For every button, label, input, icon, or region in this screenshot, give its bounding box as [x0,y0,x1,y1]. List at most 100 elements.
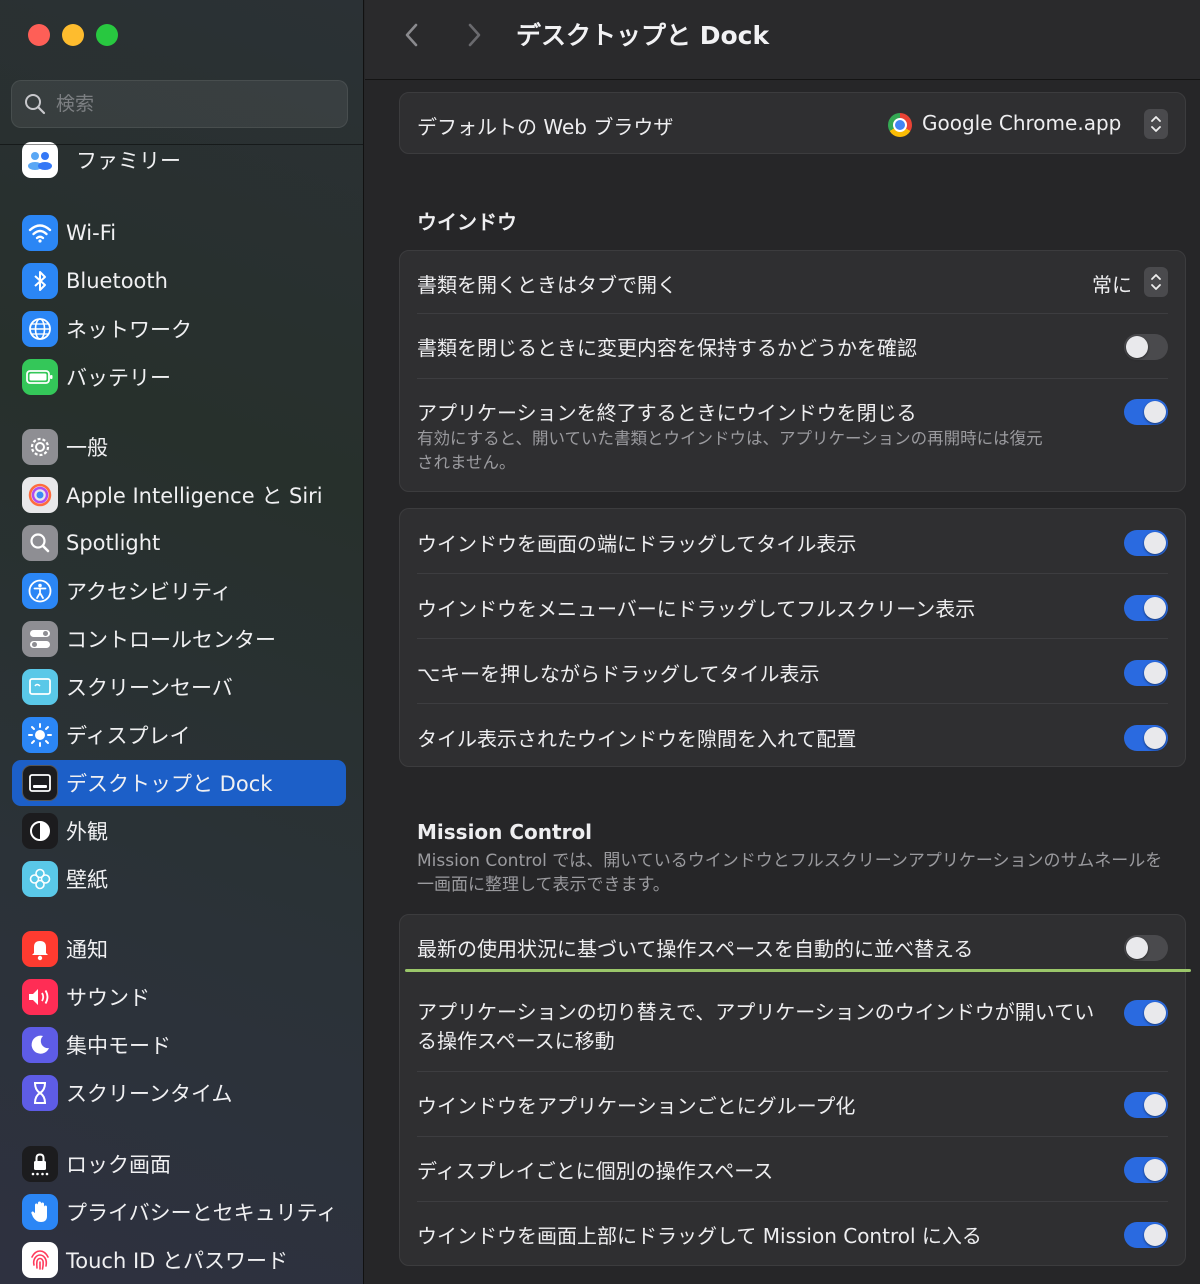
tile-margins-toggle[interactable] [1124,725,1168,751]
sidebar-item-label: Spotlight [66,531,161,555]
window-controls [28,24,118,46]
sidebar-item-wifi[interactable]: Wi-Fi [12,210,346,256]
sidebar-item-lock-screen[interactable]: ロック画面 [12,1141,346,1187]
sidebar: ファミリー Wi-Fi Bluetooth ネットワーク バッテリー 一般 [0,0,364,1284]
group-by-app-toggle[interactable] [1124,1092,1168,1118]
mission-control-group: 最新の使用状況に基づいて操作スペースを自動的に並べ替える アプリケーションの切り… [399,914,1186,1266]
gear-icon [22,429,58,465]
updown-chevron-icon [1151,274,1161,290]
globe-icon [22,311,58,347]
group-by-app-row: ウインドウをアプリケーションごとにグループ化 [400,1072,1185,1136]
updown-chevron-icon [1151,116,1161,132]
sidebar-item-label: 外観 [66,820,108,844]
separate-spaces-label: ディスプレイごとに個別の操作スペース [417,1159,774,1183]
switch-to-space-toggle[interactable] [1124,1000,1168,1026]
sidebar-item-label: サウンド [66,986,150,1010]
forward-button[interactable] [459,20,489,50]
sidebar-item-label: ディスプレイ [66,724,191,748]
drag-to-top-toggle[interactable] [1124,1222,1168,1248]
mission-control-title: Mission Control [417,820,593,844]
switch-to-space-label: アプリケーションの切り替えで、アプリケーションのウインドウが開いている操作スペー… [417,1000,1095,1053]
back-button[interactable] [397,20,427,50]
sidebar-item-displays[interactable]: ディスプレイ [12,712,346,758]
sidebar-item-siri[interactable]: Apple Intelligence と Siri [12,472,346,518]
sidebar-item-touch-id[interactable]: Touch ID とパスワード [12,1237,346,1283]
open-in-tabs-value: 常に [1092,273,1132,297]
open-in-tabs-row: 書類を開くときはタブで開く 常に [400,251,1185,313]
search-input[interactable] [56,93,326,115]
dock-icon [22,765,58,801]
switch-to-space-row: アプリケーションの切り替えで、アプリケーションのウインドウが開いている操作スペー… [400,980,1185,1070]
open-in-tabs-popup[interactable]: 常に [1092,266,1168,298]
menubar-fullscreen-label: ウインドウをメニューバーにドラッグしてフルスクリーン表示 [417,597,976,621]
sidebar-item-notifications[interactable]: 通知 [12,926,346,972]
sidebar-item-label: ファミリー [76,149,181,173]
tiling-group: ウインドウを画面の端にドラッグしてタイル表示 ウインドウをメニューバーにドラッグ… [399,508,1186,767]
family-icon [22,142,58,178]
sidebar-item-screen-time[interactable]: スクリーンタイム [12,1070,346,1116]
main-pane: デスクトップと Dock デフォルトの Web ブラウザ Google Chro… [365,0,1200,1284]
popup-stepper [1144,109,1168,139]
ask-keep-changes-label: 書類を閉じるときに変更内容を保持するかどうかを確認 [417,336,917,360]
battery-icon [22,359,58,395]
sidebar-item-desktop-dock[interactable]: デスクトップと Dock [12,760,346,806]
sidebar-item-accessibility[interactable]: アクセシビリティ [12,568,346,614]
sidebar-item-label: バッテリー [66,366,171,390]
default-browser-label: デフォルトの Web ブラウザ [417,115,674,139]
sidebar-item-label: 一般 [66,436,108,460]
chrome-icon [888,113,912,137]
close-windows-on-quit-toggle[interactable] [1124,399,1168,425]
chevron-right-icon [468,23,481,47]
sidebar-item-control-center[interactable]: コントロールセンター [12,616,346,662]
search-field[interactable] [11,80,348,128]
sidebar-item-sound[interactable]: サウンド [12,974,346,1020]
tile-edge-row: ウインドウを画面の端にドラッグしてタイル表示 [400,509,1185,573]
magnifier-icon [22,525,58,561]
hand-icon [22,1194,58,1230]
drag-to-top-row: ウインドウを画面上部にドラッグして Mission Control に入る [400,1202,1185,1266]
bluetooth-icon [22,263,58,299]
sidebar-item-label: アクセシビリティ [66,580,232,604]
close-windows-on-quit-description: 有効にすると、開いていた書類とウインドウは、アプリケーションの再開時には復元され… [417,429,1043,472]
sidebar-item-bluetooth[interactable]: Bluetooth [12,258,346,304]
sidebar-item-spotlight[interactable]: Spotlight [12,520,346,566]
menubar-fullscreen-toggle[interactable] [1124,595,1168,621]
sidebar-item-screensaver[interactable]: スクリーンセーバ [12,664,346,710]
default-browser-popup[interactable]: Google Chrome.app [888,107,1168,141]
minimize-window-button[interactable] [62,24,84,46]
separate-spaces-toggle[interactable] [1124,1157,1168,1183]
tile-edge-toggle[interactable] [1124,530,1168,556]
lock-icon [22,1146,58,1182]
zoom-window-button[interactable] [96,24,118,46]
auto-rearrange-spaces-toggle[interactable] [1124,935,1168,961]
ask-keep-changes-toggle[interactable] [1124,334,1168,360]
sidebar-item-network[interactable]: ネットワーク [12,306,346,352]
moon-icon [22,1027,58,1063]
drag-to-top-label: ウインドウを画面上部にドラッグして Mission Control に入る [417,1224,982,1248]
sidebar-item-label: プライバシーとセキュリティ [66,1201,338,1225]
close-windows-on-quit-row: アプリケーションを終了するときにウインドウを閉じる 有効にすると、開いていた書類… [400,379,1185,491]
close-windows-on-quit-label: アプリケーションを終了するときにウインドウを閉じる [417,401,917,425]
sidebar-item-wallpaper[interactable]: 壁紙 [12,856,346,902]
screensaver-icon [22,669,58,705]
sidebar-item-general[interactable]: 一般 [12,424,346,470]
windows-section-title: ウインドウ [417,210,517,234]
sidebar-item-label: コントロールセンター [66,628,276,652]
sidebar-item-label: ネットワーク [66,318,192,342]
search-icon [25,94,46,115]
default-browser-value: Google Chrome.app [922,111,1122,135]
wallpaper-icon [22,861,58,897]
option-drag-tile-label: ⌥キーを押しながらドラッグしてタイル表示 [417,662,820,686]
tile-margins-row: タイル表示されたウインドウを隙間を入れて配置 [400,704,1185,768]
sidebar-item-privacy[interactable]: プライバシーとセキュリティ [12,1189,346,1235]
sidebar-item-focus[interactable]: 集中モード [12,1022,346,1068]
appearance-icon [22,813,58,849]
option-drag-tile-row: ⌥キーを押しながらドラッグしてタイル表示 [400,639,1185,703]
tile-margins-label: タイル表示されたウインドウを隙間を入れて配置 [417,727,857,751]
sidebar-item-appearance[interactable]: 外観 [12,808,346,854]
option-drag-tile-toggle[interactable] [1124,660,1168,686]
siri-icon [22,477,58,513]
accessibility-icon [22,573,58,609]
sidebar-item-battery[interactable]: バッテリー [12,354,346,400]
close-window-button[interactable] [28,24,50,46]
